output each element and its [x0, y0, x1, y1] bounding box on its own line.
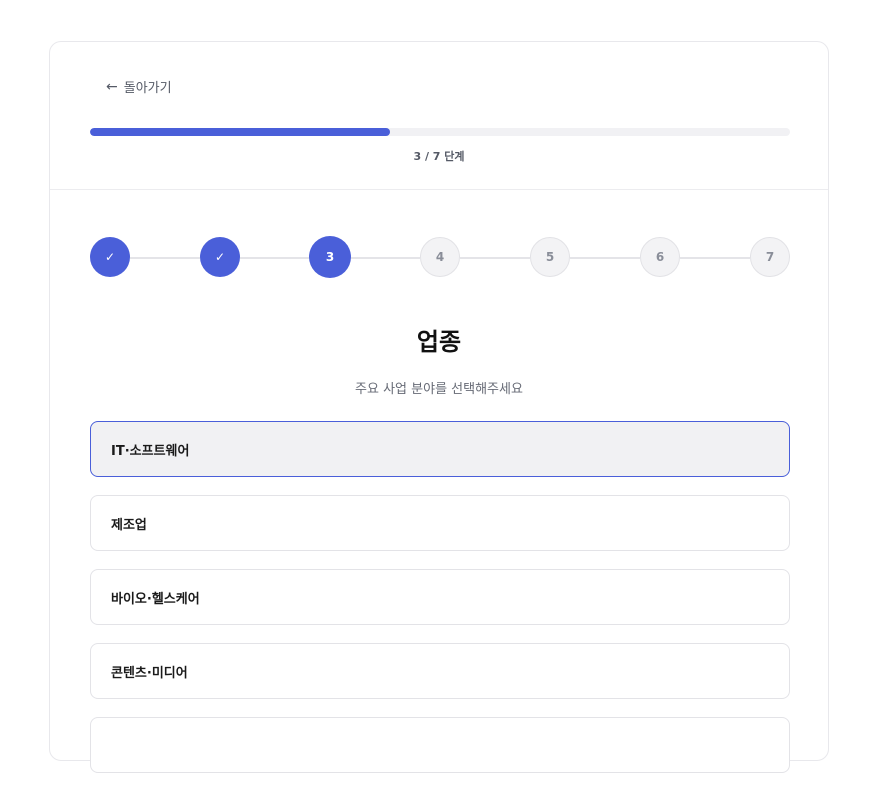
- step-5[interactable]: 5: [530, 237, 570, 277]
- step-indicator: ✓ ✓ 3 4 5 6 7: [90, 236, 790, 279]
- step-7[interactable]: 7: [750, 237, 790, 277]
- option-label: 바이오·헬스케어: [111, 591, 200, 607]
- page-subtitle: 주요 사업 분야를 선택해주세요: [355, 382, 523, 397]
- option-label: 콘텐츠·미디어: [111, 665, 188, 681]
- step-connector: [570, 257, 640, 259]
- step-6[interactable]: 6: [640, 237, 680, 277]
- step-2[interactable]: ✓: [200, 237, 240, 277]
- arrow-left-icon: ←: [106, 78, 118, 95]
- page-title: 업종: [416, 328, 462, 356]
- back-label: 돌아가기: [123, 81, 172, 96]
- progress-fill: [90, 128, 391, 136]
- progress-label: 3 / 7 단계: [413, 150, 465, 163]
- step-connector: [240, 257, 310, 259]
- step-connector: [130, 257, 200, 259]
- option-item[interactable]: 바이오·헬스케어: [90, 569, 790, 625]
- step-connector: [350, 257, 420, 259]
- step-connector: [460, 257, 530, 259]
- onboarding-card: ← 돌아가기 3 / 7 단계 ✓ ✓ 3 4 5 6 7 업종 주요 사업 분야를 선택해…: [49, 41, 829, 773]
- option-item[interactable]: [90, 717, 790, 773]
- step-4[interactable]: 4: [420, 237, 460, 277]
- option-label: 제조업: [111, 517, 147, 533]
- step-connector: [680, 257, 750, 259]
- step-3[interactable]: 3: [309, 236, 351, 278]
- step-1[interactable]: ✓: [90, 237, 130, 277]
- option-label: IT·소프트웨어: [111, 443, 190, 459]
- option-item[interactable]: 제조업: [90, 495, 790, 551]
- option-list: IT·소프트웨어제조업바이오·헬스케어콘텐츠·미디어: [90, 421, 790, 791]
- progress-bar: [90, 128, 790, 136]
- back-button[interactable]: ← 돌아가기: [106, 77, 172, 97]
- option-item[interactable]: 콘텐츠·미디어: [90, 643, 790, 699]
- card-header: ← 돌아가기 3 / 7 단계: [50, 42, 828, 190]
- option-item[interactable]: IT·소프트웨어: [90, 421, 790, 477]
